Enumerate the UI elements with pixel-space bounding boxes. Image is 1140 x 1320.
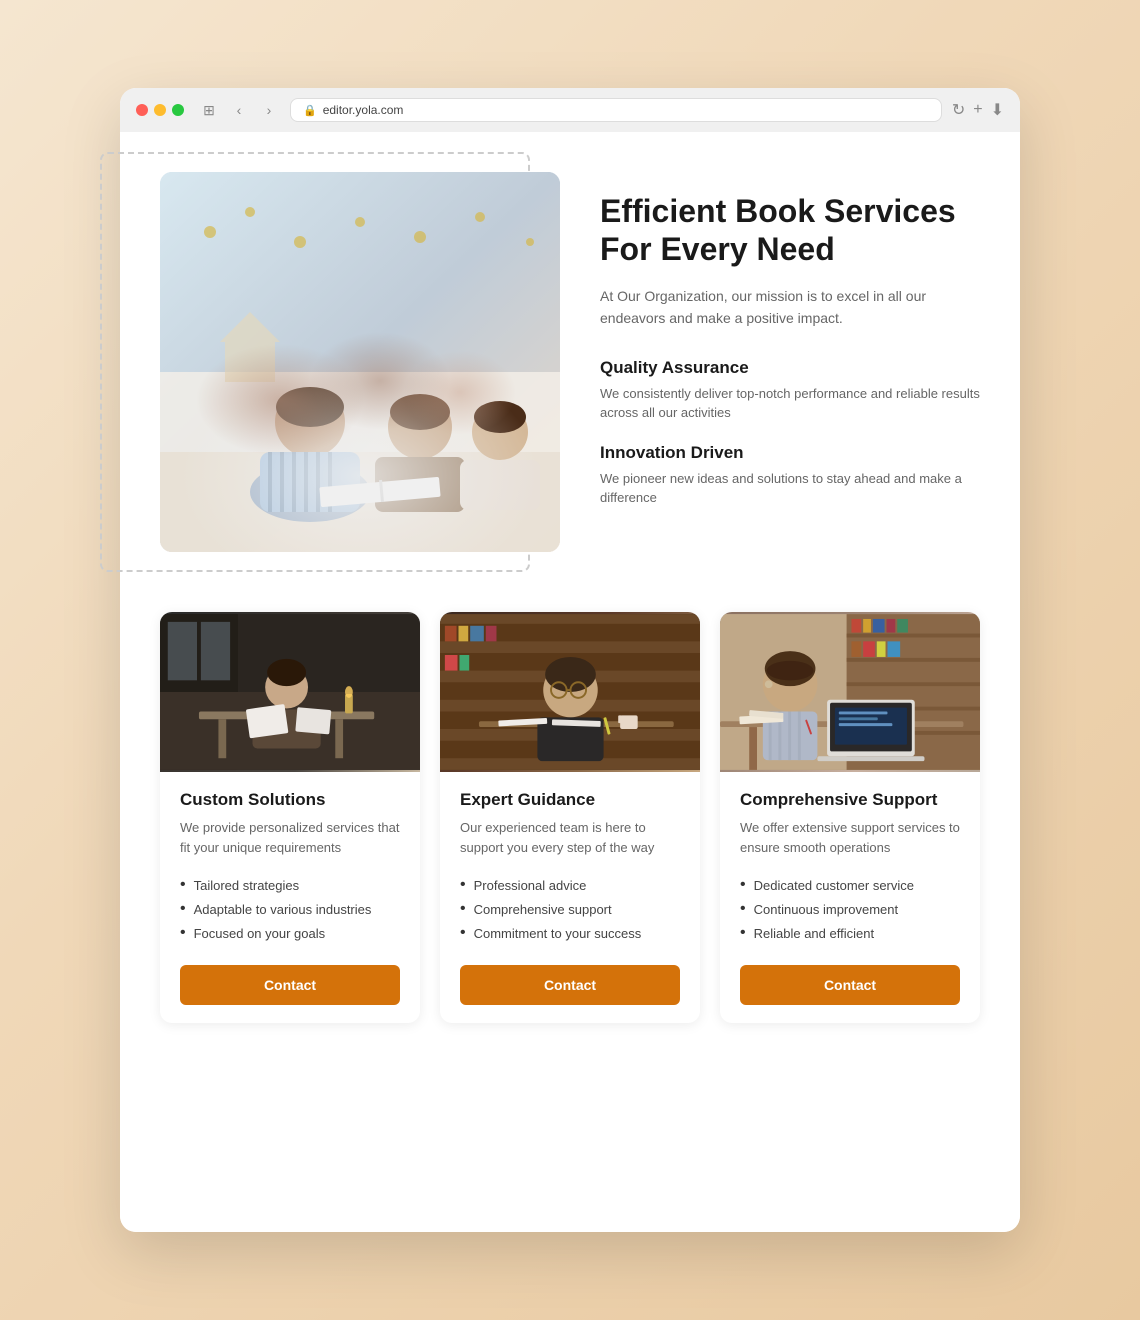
sidebar-toggle[interactable]: ⊞: [198, 99, 220, 121]
share-icon[interactable]: ↻: [952, 100, 965, 120]
list-item: Reliable and efficient: [740, 921, 960, 945]
hero-section: Efficient Book Services For Every Need A…: [160, 152, 980, 592]
forward-button[interactable]: ›: [258, 99, 280, 121]
cards-section: Custom Solutions We provide personalized…: [160, 612, 980, 1023]
hero-image: [160, 172, 560, 552]
add-tab-icon[interactable]: +: [973, 101, 982, 119]
list-item: Professional advice: [460, 873, 680, 897]
card-3-title: Comprehensive Support: [740, 790, 960, 810]
card-3-list: Dedicated customer service Continuous im…: [740, 873, 960, 945]
maximize-button[interactable]: [172, 104, 184, 116]
card-custom-solutions: Custom Solutions We provide personalized…: [160, 612, 420, 1023]
feature-innovation: Innovation Driven We pioneer new ideas a…: [600, 443, 980, 508]
card-1-body: Custom Solutions We provide personalized…: [160, 772, 420, 1023]
browser-window: ⊞ ‹ › 🔒 editor.yola.com ↻ + ⬇: [120, 88, 1020, 1232]
card-comprehensive-support: Comprehensive Support We offer extensive…: [720, 612, 980, 1023]
card-2-image: [440, 612, 700, 772]
browser-chrome: ⊞ ‹ › 🔒 editor.yola.com ↻ + ⬇: [120, 88, 1020, 132]
card-3-body: Comprehensive Support We offer extensive…: [720, 772, 980, 1023]
card-1-image: [160, 612, 420, 772]
list-item: Commitment to your success: [460, 921, 680, 945]
browser-nav: ⊞ ‹ ›: [198, 99, 280, 121]
card-2-body: Expert Guidance Our experienced team is …: [440, 772, 700, 1023]
feature-innovation-desc: We pioneer new ideas and solutions to st…: [600, 469, 980, 508]
lock-icon: 🔒: [303, 104, 317, 117]
traffic-lights: [136, 104, 184, 116]
card-expert-guidance: Expert Guidance Our experienced team is …: [440, 612, 700, 1023]
card-2-desc: Our experienced team is here to support …: [460, 818, 680, 857]
downloads-icon[interactable]: ⬇: [991, 100, 1004, 120]
feature-quality-title: Quality Assurance: [600, 358, 980, 378]
list-item: Comprehensive support: [460, 897, 680, 921]
feature-innovation-title: Innovation Driven: [600, 443, 980, 463]
feature-quality: Quality Assurance We consistently delive…: [600, 358, 980, 423]
list-item: Dedicated customer service: [740, 873, 960, 897]
hero-content: Efficient Book Services For Every Need A…: [600, 172, 980, 528]
card-3-desc: We offer extensive support services to e…: [740, 818, 960, 857]
hero-description: At Our Organization, our mission is to e…: [600, 285, 980, 330]
hero-title: Efficient Book Services For Every Need: [600, 192, 980, 269]
close-button[interactable]: [136, 104, 148, 116]
browser-body: Efficient Book Services For Every Need A…: [120, 132, 1020, 1232]
hero-image-container: [160, 172, 560, 552]
card-3-image: [720, 612, 980, 772]
back-button[interactable]: ‹: [228, 99, 250, 121]
list-item: Focused on your goals: [180, 921, 400, 945]
card-1-desc: We provide personalized services that fi…: [180, 818, 400, 857]
list-item: Tailored strategies: [180, 873, 400, 897]
minimize-button[interactable]: [154, 104, 166, 116]
browser-actions: ↻ + ⬇: [952, 100, 1004, 120]
card-1-contact-button[interactable]: Contact: [180, 965, 400, 1005]
url-text: editor.yola.com: [323, 103, 404, 117]
card-1-list: Tailored strategies Adaptable to various…: [180, 873, 400, 945]
list-item: Adaptable to various industries: [180, 897, 400, 921]
address-bar[interactable]: 🔒 editor.yola.com: [290, 98, 942, 122]
card-2-contact-button[interactable]: Contact: [460, 965, 680, 1005]
list-item: Continuous improvement: [740, 897, 960, 921]
card-2-list: Professional advice Comprehensive suppor…: [460, 873, 680, 945]
feature-quality-desc: We consistently deliver top-notch perfor…: [600, 384, 980, 423]
card-3-contact-button[interactable]: Contact: [740, 965, 960, 1005]
card-1-title: Custom Solutions: [180, 790, 400, 810]
card-2-title: Expert Guidance: [460, 790, 680, 810]
